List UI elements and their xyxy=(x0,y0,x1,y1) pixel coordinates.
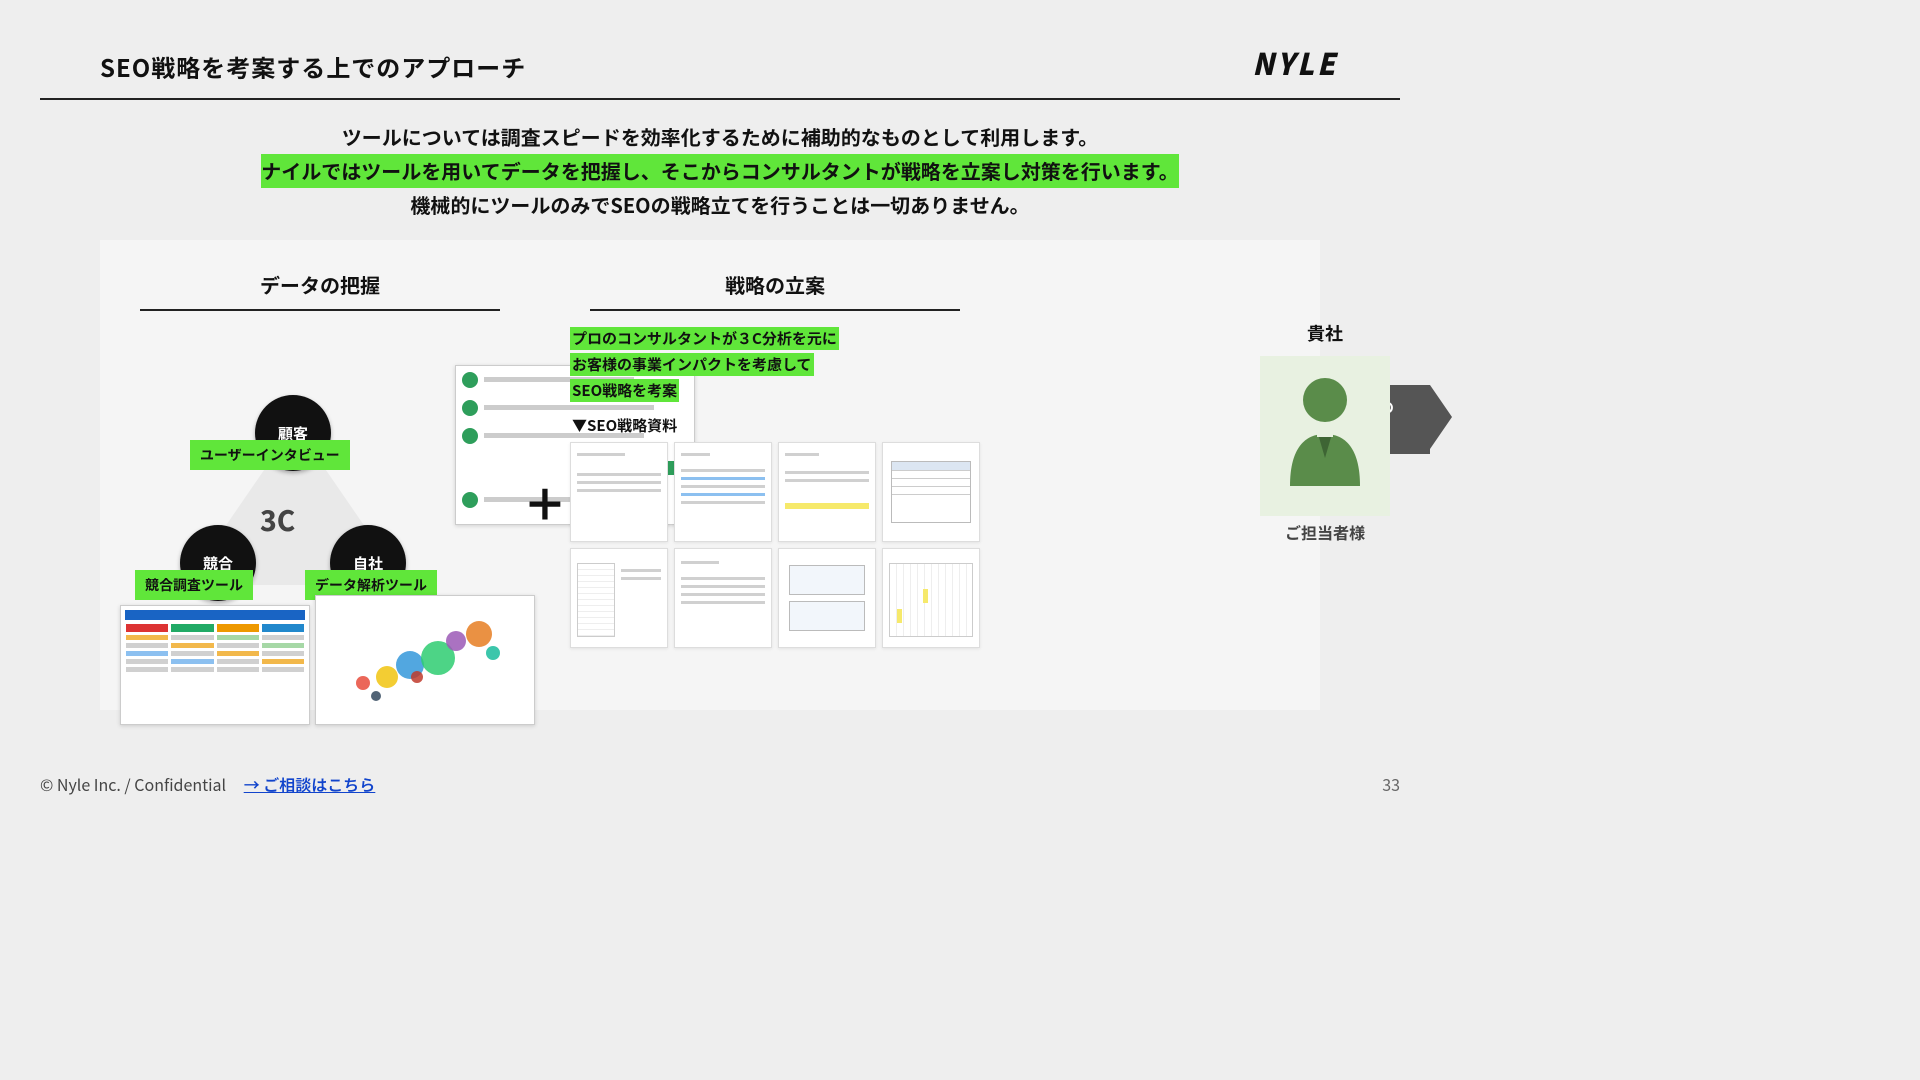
doc-page xyxy=(778,548,876,648)
right-hl1: プロのコンサルタントが３C分析を元に xyxy=(570,327,839,350)
consult-link[interactable]: → ご相談はこちら xyxy=(244,772,376,796)
avatar-box xyxy=(1260,356,1390,516)
doc-page xyxy=(882,442,980,542)
client-block: 貴社 ご担当者様 xyxy=(1240,320,1410,544)
right-highlight-block: プロのコンサルタントが３C分析を元に お客様の事業インパクトを考慮して SEO戦… xyxy=(570,325,980,403)
mock-bubble-chart xyxy=(315,595,535,725)
doc-page xyxy=(778,442,876,542)
doc-section-title: ▼SEO戦略資料 xyxy=(572,415,978,436)
headline-line1: ツールについては調査スピードを効率化するために補助的なものとして利用します。 xyxy=(342,120,1098,154)
c3-label: 3C xyxy=(260,500,295,540)
person-icon xyxy=(1270,368,1380,486)
doc-page xyxy=(882,548,980,648)
column-strategy: 戦略の立案 プロのコンサルタントが３C分析を元に お客様の事業インパクトを考慮し… xyxy=(570,270,980,648)
slide-header: SEO戦略を考案する上でのアプローチ NYLE xyxy=(40,0,1400,100)
tag-competitor-tool: 競合調査ツール xyxy=(135,570,253,600)
slide: SEO戦略を考案する上でのアプローチ NYLE ツールについては調査スピードを効… xyxy=(0,0,1440,810)
headline-highlight: ナイルではツールを用いてデータを把握し、そこからコンサルタントが戦略を立案し対策… xyxy=(261,154,1179,188)
headline: ツールについては調査スピードを効率化するために補助的なものとして利用します。 ナ… xyxy=(80,120,1360,222)
plus-icon: ＋ xyxy=(520,270,570,534)
slide-footer: © Nyle Inc. / Confidential → ご相談はこちら 33 xyxy=(40,772,1400,796)
doc-page xyxy=(570,548,668,648)
doc-page xyxy=(674,548,772,648)
client-title: 貴社 xyxy=(1240,320,1410,346)
copyright: © Nyle Inc. / Confidential xyxy=(40,772,226,796)
content-box: データの把握 3C 顧客 競合 自社 ユーザーインタビュー 競合調査ツール デー… xyxy=(100,240,1320,710)
right-hl3: SEO戦略を考案 xyxy=(570,379,679,402)
c3-diagram: 3C 顧客 競合 自社 ユーザーインタビュー 競合調査ツール データ解析ツール xyxy=(120,325,520,705)
doc-page xyxy=(674,442,772,542)
page-number: 33 xyxy=(1382,772,1400,796)
right-title: 戦略の立案 xyxy=(590,270,960,311)
headline-line3: 機械的にツールのみでSEOの戦略立てを行うことは一切ありません。 xyxy=(410,188,1029,222)
doc-thumbnails xyxy=(570,442,980,648)
right-hl2: お客様の事業インパクトを考慮して xyxy=(570,353,814,376)
column-data-grasp: データの把握 3C 顧客 競合 自社 ユーザーインタビュー 競合調査ツール デー… xyxy=(120,270,520,705)
client-sub: ご担当者様 xyxy=(1240,520,1410,544)
left-title: データの把握 xyxy=(140,270,500,311)
company-logo: NYLE xyxy=(1252,40,1338,84)
mock-competitor-table xyxy=(120,605,310,725)
page-title: SEO戦略を考案する上でのアプローチ xyxy=(100,49,526,84)
tag-user-interview: ユーザーインタビュー xyxy=(190,440,350,470)
doc-page xyxy=(570,442,668,542)
